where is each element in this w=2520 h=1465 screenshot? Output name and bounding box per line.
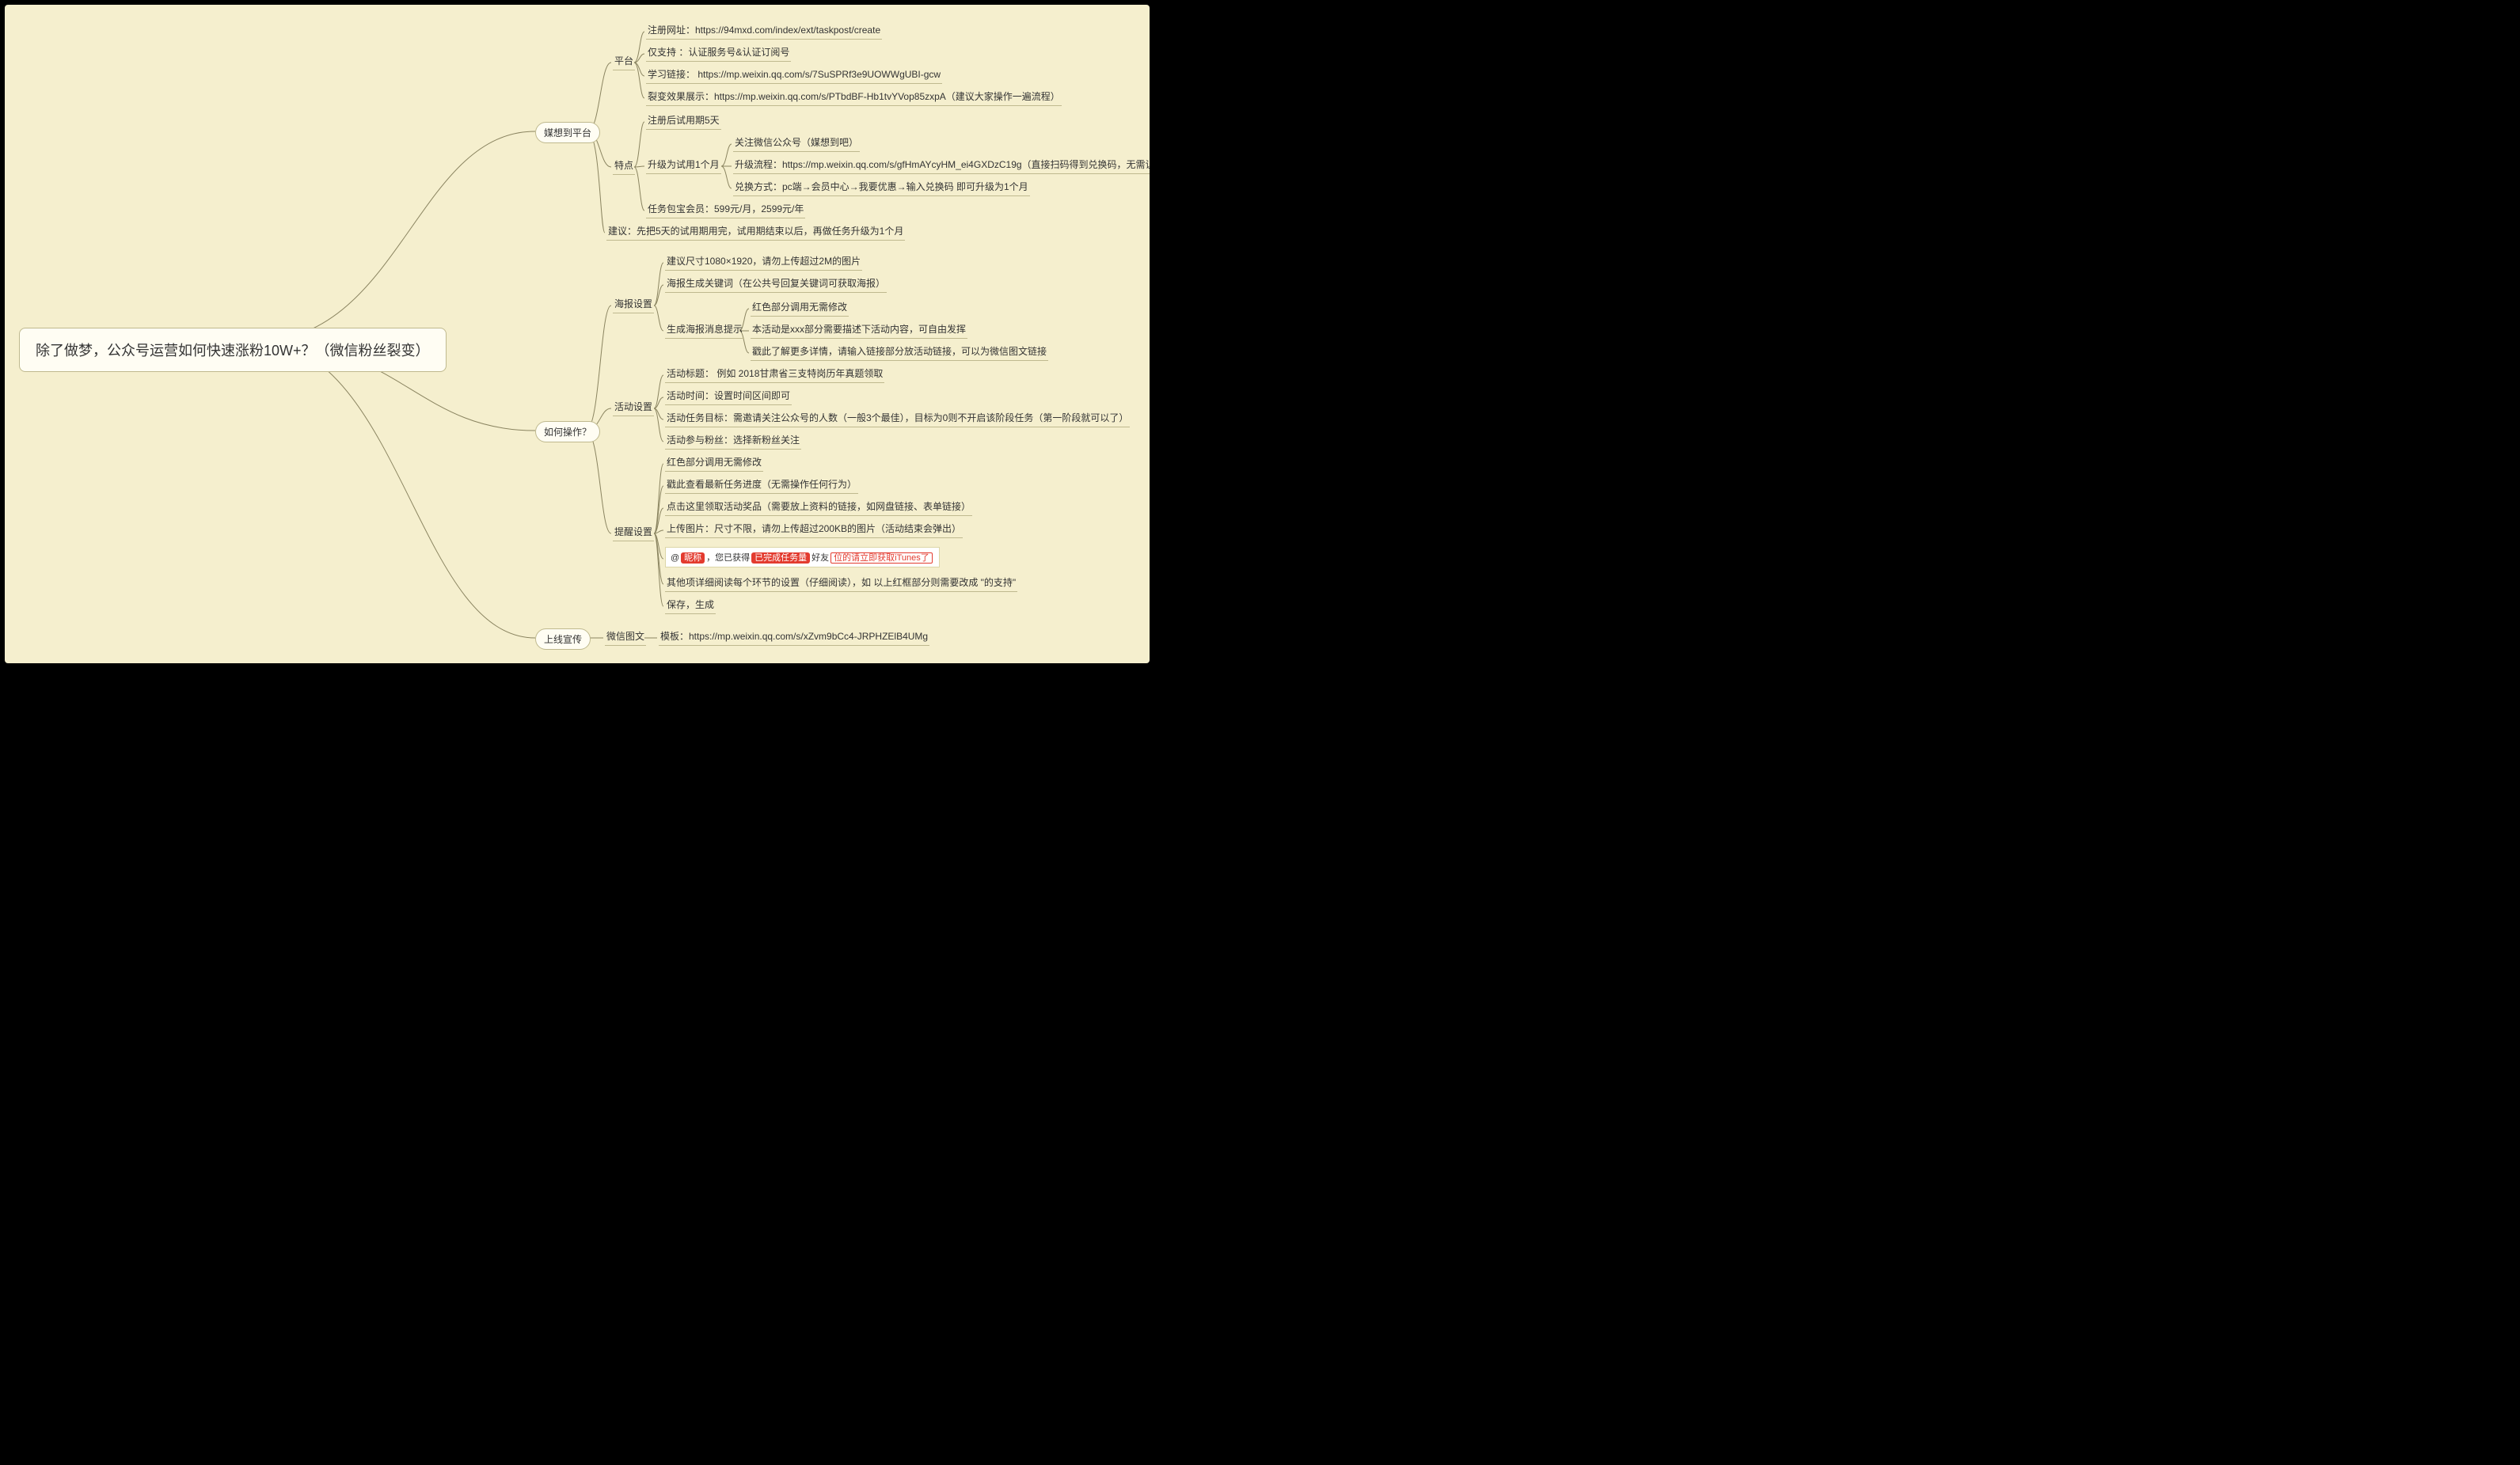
mindmap-canvas: 除了做梦，公众号运营如何快速涨粉10W+？（微信粉丝裂变） 媒想到平台 平台 注… bbox=[5, 5, 1150, 663]
leaf-activity-fans: 活动参与粉丝：选择新粉丝关注 bbox=[665, 433, 801, 450]
leaf-upgrade-1month[interactable]: 升级为试用1个月 bbox=[646, 158, 721, 174]
leaf-remind-progress: 戳此查看最新任务进度（无需操作任何行为） bbox=[665, 477, 858, 494]
leaf-activity-title: 活动标题： 例如 2018甘肃省三支特岗历年真题领取 bbox=[665, 366, 884, 383]
branch-poster-settings[interactable]: 海报设置 bbox=[613, 297, 654, 313]
leaf-support-type: 仅支持 ：认证服务号&认证订阅号 bbox=[646, 45, 791, 62]
leaf-redeem-method: 兑换方式：pc端→会员中心→我要优惠→输入兑换码 即可升级为1个月 bbox=[733, 180, 1030, 196]
branch-activity-settings[interactable]: 活动设置 bbox=[613, 400, 654, 416]
leaf-follow-wechat: 关注微信公众号（媒想到吧） bbox=[733, 135, 860, 152]
branch-feature[interactable]: 特点 bbox=[613, 158, 635, 175]
root-node[interactable]: 除了做梦，公众号运营如何快速涨粉10W+？（微信粉丝裂变） bbox=[19, 328, 447, 372]
branch-online-promotion[interactable]: 上线宣传 bbox=[535, 628, 591, 650]
leaf-tip-activity-desc: 本活动是xxx部分需要描述下活动内容，可自由发挥 bbox=[751, 322, 967, 339]
leaf-activity-time: 活动时间：设置时间区间即可 bbox=[665, 389, 792, 405]
leaf-register-url: 注册网址：https://94mxd.com/index/ext/taskpos… bbox=[646, 23, 882, 40]
leaf-member-price: 任务包宝会员：599元/月，2599元/年 bbox=[646, 202, 805, 218]
leaf-poster-keyword: 海报生成关键词（在公共号回复关键词可获取海报） bbox=[665, 276, 887, 293]
leaf-remind-save: 保存，生成 bbox=[665, 598, 716, 614]
leaf-suggestion: 建议：先把5天的试用期用完，试用期结束以后，再做任务升级为1个月 bbox=[606, 224, 905, 241]
branch-platform[interactable]: 平台 bbox=[613, 54, 635, 70]
leaf-tip-more-link: 戳此了解更多详情，请输入链接部分放活动链接，可以为微信图文链接 bbox=[751, 344, 1048, 361]
leaf-tip-red: 红色部分调用无需修改 bbox=[751, 300, 849, 317]
leaf-activity-goal: 活动任务目标：需邀请关注公众号的人数（一般3个最佳），目标为0则不开启该阶段任务… bbox=[665, 411, 1130, 427]
leaf-remind-other: 其他项详细阅读每个环节的设置（仔细阅读），如 以上红框部分则需要改成 "的支持" bbox=[665, 575, 1017, 592]
branch-how-to-operate[interactable]: 如何操作？ bbox=[535, 421, 600, 442]
branch-poster-msg-tip[interactable]: 生成海报消息提示 bbox=[665, 322, 744, 339]
leaf-remind-red: 红色部分调用无需修改 bbox=[665, 455, 763, 472]
leaf-remind-prize: 点击这里领取活动奖品（需要放上资料的链接，如网盘链接、表单链接） bbox=[665, 499, 972, 516]
leaf-remind-upload: 上传图片：尺寸不限，请勿上传超过200KB的图片（活动结束会弹出） bbox=[665, 522, 963, 538]
leaf-upgrade-flow: 升级流程：https://mp.weixin.qq.com/s/gfHmAYcy… bbox=[733, 158, 1150, 174]
leaf-trial-5days: 注册后试用期5天 bbox=[646, 113, 721, 130]
remind-example-image: @昵称，您已获得已完成任务量好友位的请立即获取iTunes了 bbox=[665, 547, 940, 567]
leaf-fission-demo: 裂变效果展示：https://mp.weixin.qq.com/s/PTbdBF… bbox=[646, 89, 1062, 106]
branch-platform-meixiangdao[interactable]: 媒想到平台 bbox=[535, 122, 600, 143]
leaf-learn-link: 学习链接： https://mp.weixin.qq.com/s/7SuSPRf… bbox=[646, 67, 942, 84]
leaf-poster-size: 建议尺寸1080×1920，请勿上传超过2M的图片 bbox=[665, 254, 862, 271]
branch-wechat-article[interactable]: 微信图文 bbox=[605, 629, 646, 646]
leaf-template-link: 模板：https://mp.weixin.qq.com/s/xZvm9bCc4-… bbox=[659, 629, 929, 646]
branch-remind-settings[interactable]: 提醒设置 bbox=[613, 525, 654, 541]
